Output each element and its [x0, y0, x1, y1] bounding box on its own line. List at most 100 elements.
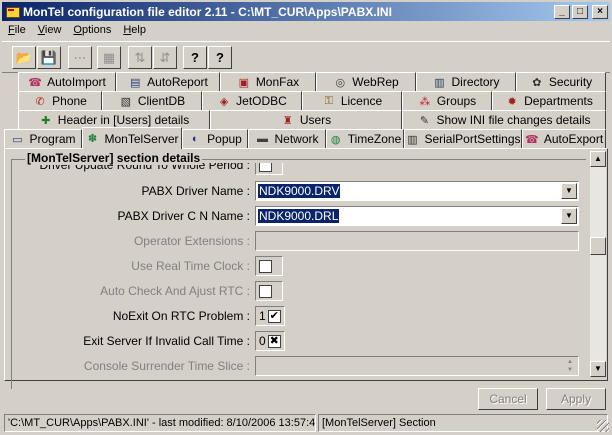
check-icon: ✔ — [267, 309, 281, 323]
fields-viewport: Driver Update Round To Whole Period : PA… — [5, 163, 585, 379]
pabx-driver-label: PABX Driver Name : — [141, 184, 250, 198]
tab-monfax[interactable]: ▣ MonFax — [220, 72, 316, 91]
menu-view[interactable]: View — [32, 22, 68, 40]
operator-extensions-label: Operator Extensions : — [133, 234, 250, 248]
status-file: 'C:\MT_CUR\Apps\PABX.INI' - last modifie… — [4, 414, 316, 432]
auto-check-rtc-checkbox[interactable] — [255, 281, 283, 301]
close-button[interactable]: × — [592, 4, 608, 19]
menu-help[interactable]: Help — [117, 22, 152, 40]
chevron-down-icon[interactable]: ▼ — [561, 208, 577, 224]
console-slice-spinner[interactable]: ▲ ▼ — [255, 356, 579, 376]
spin-down-icon[interactable]: ▼ — [563, 366, 577, 374]
tab-directory[interactable]: ▥ Directory — [416, 72, 516, 91]
montelserver-panel: [MonTelServer] section details Driver Up… — [4, 148, 608, 389]
apply-button[interactable]: Apply — [546, 388, 606, 410]
noexit-rtc-checkbox[interactable]: 1 ✔ — [255, 306, 285, 326]
field-row-exit-invalid-time: Exit Server If Invalid Call Time : 0 ✖ — [5, 331, 585, 351]
maximize-button[interactable]: □ — [572, 4, 588, 19]
chevron-down-icon[interactable]: ▼ — [561, 183, 577, 199]
scroll-up-icon[interactable]: ▲ — [590, 151, 606, 167]
tab-departments[interactable]: ✹ Departments — [492, 91, 606, 110]
section-title: [MonTelServer] section details — [25, 151, 203, 165]
tab-users-icon: ♜ — [282, 114, 293, 127]
menu-file[interactable]: File — [2, 22, 32, 40]
vertical-scrollbar[interactable]: ▲ ▼ — [590, 151, 606, 377]
tab-jetodbc[interactable]: ◈ JetODBC — [202, 91, 302, 110]
pabx-driver-cn-combo[interactable]: NDK9000.DRL ▼ — [255, 206, 579, 226]
field-row-auto-check-rtc: Auto Check And Ajust RTC : — [5, 281, 585, 301]
tab-licence-icon: ⚿ — [324, 94, 333, 107]
pabx-driver-cn-value: NDK9000.DRL — [258, 209, 340, 223]
operator-extensions-input[interactable] — [255, 231, 579, 251]
menu-options[interactable]: Options — [67, 22, 117, 40]
resize-grip-icon[interactable] — [597, 420, 609, 432]
noexit-rtc-value: 1 — [259, 309, 266, 323]
tab-clientdb-icon: ▧ — [120, 95, 132, 108]
tab-jetodbc-icon: ◈ — [219, 95, 229, 108]
tab-webrep-icon: ◎ — [335, 76, 346, 89]
exit-invalid-time-checkbox[interactable]: 0 ✖ — [255, 331, 285, 351]
save-icon[interactable]: 💾 — [37, 46, 61, 69]
open-file-icon[interactable]: 📂 — [12, 46, 36, 69]
tab-departments-icon: ✹ — [507, 95, 517, 108]
tab-montelserver[interactable]: ✽ MonTelServer — [82, 127, 182, 149]
tab-monfax-icon: ▣ — [238, 76, 250, 89]
status-section: [MonTelServer] Section — [318, 414, 608, 432]
menu-bar: File View Options Help — [2, 22, 152, 40]
cross-icon: ✖ — [267, 334, 281, 348]
tab-groups-icon: ⁂ — [419, 95, 431, 108]
tab-program-icon: ▭ — [12, 133, 23, 146]
tab-network[interactable]: ▬ Network — [248, 129, 326, 148]
tab-autoexport[interactable]: ☎ AutoExport — [522, 129, 606, 148]
sort-descending-icon[interactable]: ⇵ — [153, 46, 177, 69]
tab-webrep[interactable]: ◎ WebRep — [316, 72, 416, 91]
tab-security[interactable]: ✿ Security — [516, 72, 606, 91]
field-row-pabx-driver: PABX Driver Name : NDK9000.DRV ▼ — [5, 181, 585, 201]
driver-update-checkbox[interactable] — [255, 163, 283, 175]
title-bar[interactable]: MonTel configuration file editor 2.11 - … — [2, 2, 610, 21]
tab-serialportsettings[interactable]: ▥ SerialPortSettings — [404, 129, 522, 148]
context-help-icon[interactable]: ? — [208, 46, 232, 69]
field-row-operator-extensions: Operator Extensions : — [5, 231, 585, 251]
tab-autoreport[interactable]: ▤ AutoReport — [116, 72, 220, 91]
help-icon[interactable]: ? — [183, 46, 207, 69]
real-time-clock-label: Use Real Time Clock : — [131, 259, 250, 273]
scroll-thumb[interactable] — [590, 237, 606, 255]
tab-autoimport[interactable]: ☎ AutoImport — [18, 72, 116, 91]
tab-timezone[interactable]: ◍ TimeZone — [326, 129, 404, 148]
exit-invalid-time-label: Exit Server If Invalid Call Time : — [83, 334, 250, 348]
spin-up-icon[interactable]: ▲ — [563, 358, 577, 366]
sort-ascending-icon[interactable]: ⇅ — [128, 46, 152, 69]
pabx-driver-cn-label: PABX Driver C N Name : — [117, 209, 250, 223]
tab-popup[interactable]: ◐ Popup — [182, 129, 248, 148]
line-numbers-icon[interactable]: ⋯ — [68, 46, 92, 69]
tab-popup-icon: ◐ — [191, 133, 199, 145]
tab-users[interactable]: ♜ Users — [210, 110, 402, 129]
app-icon — [5, 5, 20, 19]
tab-licence[interactable]: ⚿ Licence — [302, 91, 402, 110]
tab-header-users-icon: ✚ — [41, 114, 51, 127]
tab-serialport-icon: ▥ — [407, 133, 418, 146]
scroll-down-icon[interactable]: ▼ — [590, 361, 606, 377]
tab-autoimport-icon: ☎ — [28, 76, 42, 89]
toolbar: 📂 💾 ⋯ ▦ ⇅ ⇵ ? ? — [2, 41, 610, 73]
tab-clientdb[interactable]: ▧ ClientDB — [102, 91, 202, 110]
tab-phone[interactable]: ✆ Phone — [18, 91, 102, 110]
cancel-button[interactable]: Cancel — [478, 388, 538, 410]
status-bar: 'C:\MT_CUR\Apps\PABX.INI' - last modifie… — [2, 413, 610, 433]
auto-check-rtc-label: Auto Check And Ajust RTC : — [100, 284, 250, 298]
pabx-driver-combo[interactable]: NDK9000.DRV ▼ — [255, 181, 579, 201]
tab-show-ini-changes[interactable]: ✎ Show INI file changes details — [402, 110, 606, 129]
field-row-noexit-rtc: NoExit On RTC Problem : 1 ✔ — [5, 306, 585, 326]
noexit-rtc-label: NoExit On RTC Problem : — [112, 309, 250, 323]
properties-icon[interactable]: ▦ — [97, 46, 121, 69]
tab-groups[interactable]: ⁂ Groups — [402, 91, 492, 110]
console-slice-label: Console Surrender Time Slice : — [83, 359, 250, 373]
real-time-clock-checkbox[interactable] — [255, 256, 283, 276]
field-row-real-time-clock: Use Real Time Clock : — [5, 256, 585, 276]
tab-autoreport-icon: ▤ — [129, 76, 141, 89]
tab-program[interactable]: ▭ Program — [4, 129, 82, 148]
field-row-console-slice: Console Surrender Time Slice : ▲ ▼ — [5, 356, 585, 376]
tab-autoexport-icon: ☎ — [524, 133, 539, 146]
minimize-button[interactable]: _ — [554, 4, 570, 19]
